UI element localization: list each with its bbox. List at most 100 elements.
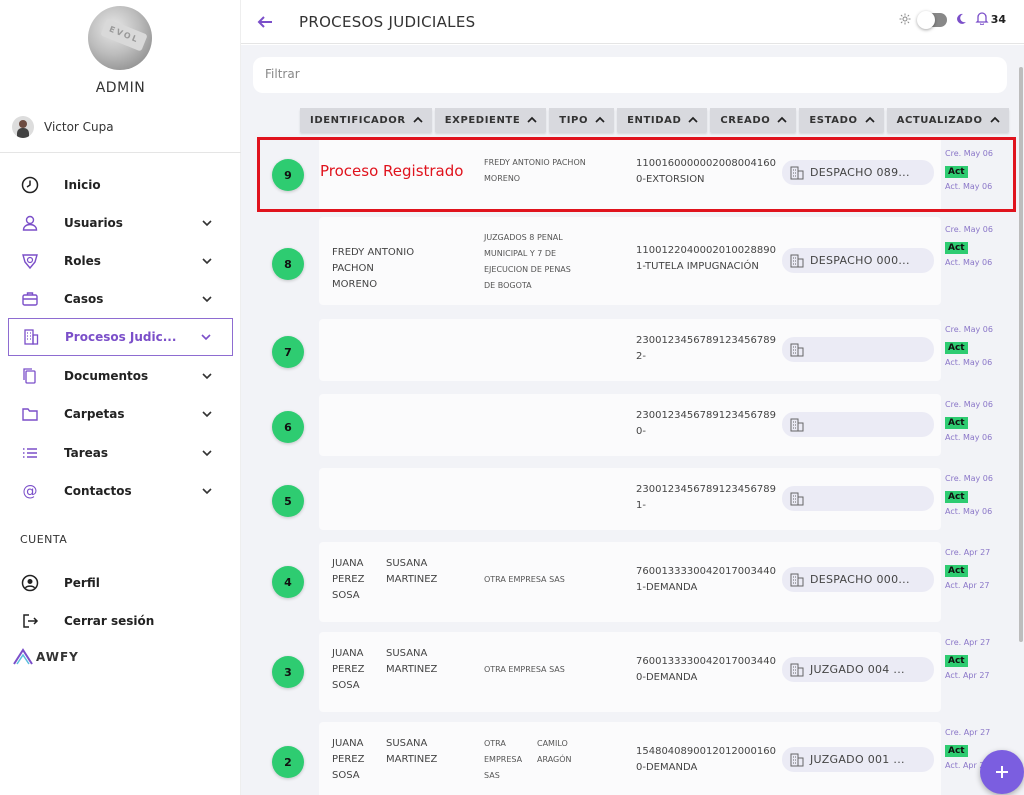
created-date: Cre. May 06 [945, 225, 993, 234]
created-date: Cre. May 06 [945, 474, 993, 483]
row-entity-chip[interactable]: DESPACHO 089... [782, 160, 934, 185]
entity-label: DESPACHO 089... [810, 166, 910, 179]
row-entity-chip[interactable] [782, 486, 934, 511]
row-expediente: 15480408900120120001600-DEMANDA [636, 746, 776, 773]
sort-entidad-button[interactable]: ENTIDAD [617, 108, 708, 132]
row-entity-chip[interactable]: DESPACHO 000... [782, 248, 934, 273]
folder-icon [18, 402, 42, 426]
app-logo: AWFY [12, 648, 79, 666]
sidebar-item-contactos[interactable]: @ Contactos [8, 472, 233, 510]
updated-date: Act. Apr 27 [945, 671, 990, 680]
bell-icon[interactable] [975, 10, 989, 29]
chevron-up-icon [527, 116, 537, 123]
table-row[interactable]: 5 23001234567891234567891- Cre. May 06 A… [257, 468, 1005, 530]
row-entity-chip[interactable]: JUZGADO 001 ... [782, 747, 934, 772]
row-dates: Cre. May 06 Act Act. May 06 [945, 149, 1005, 192]
add-button[interactable] [980, 750, 1024, 794]
sort-identificador-button[interactable]: IDENTIFICADOR [300, 108, 432, 132]
sidebar-item-label: Documentos [64, 369, 149, 383]
main-content: Filtrar IDENTIFICADOR EXPEDIENTE TIPO EN… [241, 45, 1024, 795]
user-profile[interactable]: Victor Cupa [12, 116, 114, 138]
entity-label: JUZGADO 004 ... [810, 663, 905, 676]
briefcase-icon [18, 287, 42, 311]
status-badge: Act [945, 655, 968, 667]
back-button[interactable] [253, 10, 277, 34]
sort-creado-button[interactable]: CREADO [710, 108, 797, 132]
sidebar-item-carpetas[interactable]: Carpetas [8, 395, 233, 433]
sidebar-item-procesos[interactable]: Procesos Judic... [8, 318, 233, 356]
chevron-up-icon [777, 116, 787, 123]
column-sort-bar: IDENTIFICADOR EXPEDIENTE TIPO ENTIDAD CR… [300, 108, 1012, 132]
chevron-down-icon [199, 483, 215, 499]
admin-label: ADMIN [95, 80, 146, 96]
row-entity-chip[interactable]: JUZGADO 004 ... [782, 657, 934, 682]
sidebar-item-inicio[interactable]: Inicio [8, 166, 233, 204]
list-icon [18, 441, 42, 465]
created-date: Cre. Apr 27 [945, 728, 991, 737]
sidebar-item-roles[interactable]: Roles [8, 242, 233, 280]
created-date: Cre. Apr 27 [945, 548, 991, 557]
table-row[interactable]: 4 JUANA PEREZ SOSA SUSANA MARTINEZ OTRA … [257, 542, 1005, 622]
building-icon [790, 492, 804, 505]
chevron-up-icon [989, 116, 1000, 123]
table-row[interactable]: 8 FREDY ANTONIO PACHON MORENO JUZGADOS 8… [257, 217, 1005, 305]
row-number-badge: 7 [272, 336, 304, 368]
sidebar-item-label: Casos [64, 292, 104, 306]
filter-input[interactable]: Filtrar [253, 57, 1007, 93]
row-expediente: 76001333300420170034400-DEMANDA [636, 656, 776, 683]
sidebar-item-usuarios[interactable]: Usuarios [8, 204, 233, 242]
svg-text:@: @ [23, 482, 38, 500]
building-icon [790, 753, 804, 766]
table-row[interactable]: 3 JUANA PEREZ SOSA SUSANA MARTINEZ OTRA … [257, 632, 1005, 712]
row-identifier: JUANA PEREZ SOSA [332, 648, 365, 691]
sidebar-item-tareas[interactable]: Tareas [8, 434, 233, 472]
table-row[interactable]: 7 23001234567891234567892- Cre. May 06 A… [257, 319, 1005, 381]
sidebar-item-label: Tareas [64, 446, 109, 460]
theme-toggle[interactable] [916, 10, 947, 29]
row-dates: Cre. Apr 27 Act Act. Apr 27 [945, 548, 1005, 591]
sidebar-item-label: Roles [64, 254, 101, 268]
column-label: TIPO [559, 114, 589, 126]
table-row[interactable]: 2 JUANA PEREZ SOSA SUSANA MARTINEZ OTRA … [257, 722, 1005, 795]
logo-text: AWFY [36, 650, 79, 664]
row-entity-chip[interactable]: DESPACHO 000... [782, 567, 934, 592]
created-date: Cre. May 06 [945, 325, 993, 334]
scrollbar[interactable] [1018, 55, 1024, 645]
row-dates: Cre. May 06 Act Act. May 06 [945, 225, 1005, 268]
section-title-account: CUENTA [20, 533, 68, 546]
row-party: OTRA EMPRESA SAS [484, 575, 565, 584]
column-label: ENTIDAD [627, 114, 682, 126]
sort-actualizado-button[interactable]: ACTUALIZADO [886, 108, 1009, 132]
chevron-down-icon [199, 291, 215, 307]
status-badge: Act [945, 745, 968, 757]
row-entity-chip[interactable] [782, 337, 934, 362]
sidebar-item-perfil[interactable]: Perfil [8, 564, 233, 602]
entity-label: DESPACHO 000... [810, 573, 910, 586]
sort-estado-button[interactable]: ESTADO [799, 108, 884, 132]
row-number-badge: 4 [272, 566, 304, 598]
chevron-up-icon [595, 116, 605, 123]
user-name: Victor Cupa [44, 120, 114, 134]
table-row[interactable]: 6 23001234567891234567890- Cre. May 06 A… [257, 394, 1005, 456]
sort-expediente-button[interactable]: EXPEDIENTE [434, 108, 547, 132]
sun-icon [899, 10, 911, 29]
chevron-down-icon [199, 406, 215, 422]
status-badge: Act [945, 166, 968, 178]
sidebar-item-documentos[interactable]: Documentos [8, 357, 233, 395]
row-expediente: 76001333300420170034401-DEMANDA [636, 566, 776, 593]
column-label: ACTUALIZADO [896, 114, 983, 126]
documents-icon [18, 364, 42, 388]
entity-label: JUZGADO 001 ... [810, 753, 905, 766]
row-entity-chip[interactable] [782, 412, 934, 437]
sort-tipo-button[interactable]: TIPO [549, 108, 615, 132]
chevron-up-icon [688, 116, 698, 123]
sidebar-item-casos[interactable]: Casos [8, 280, 233, 318]
sidebar-item-cerrar-sesion[interactable]: Cerrar sesión [8, 602, 233, 640]
row-number-badge: 9 [272, 159, 304, 191]
scrollbar-thumb[interactable] [1019, 67, 1023, 642]
building-icon [790, 573, 804, 586]
row-number-badge: 3 [272, 656, 304, 688]
profile-icon [18, 571, 42, 595]
sidebar-item-label: Procesos Judic... [65, 330, 177, 344]
created-date: Cre. Apr 27 [945, 638, 991, 647]
